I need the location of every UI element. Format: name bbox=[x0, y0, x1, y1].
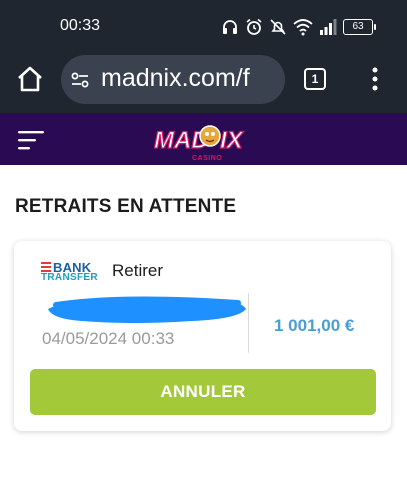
status-icons: 63 bbox=[221, 15, 376, 39]
battery-icon: 63 bbox=[343, 19, 376, 35]
more-menu-icon[interactable] bbox=[369, 67, 381, 91]
headphones-icon bbox=[223, 20, 237, 34]
alarm-icon bbox=[246, 18, 262, 35]
site-settings-icon[interactable] bbox=[71, 71, 89, 89]
madnix-logo[interactable]: MAD IX CASINO bbox=[152, 118, 254, 164]
bank-stripes-icon bbox=[41, 262, 51, 272]
bank-logo-bottom: TRANSFER bbox=[41, 272, 98, 283]
cancel-withdrawal-button[interactable]: ANNULER bbox=[30, 369, 376, 415]
home-icon[interactable] bbox=[16, 65, 44, 93]
withdrawal-type-label: Retirer bbox=[112, 261, 164, 280]
browser-chrome: 00:33 63 madnix.com/f 1 bbox=[0, 0, 407, 113]
redaction-scribble bbox=[48, 296, 246, 323]
pending-withdrawal-card: BANK TRANSFER Retirer 04/05/2024 00:33 1… bbox=[14, 241, 391, 431]
page-title: RETRAITS EN ATTENTE bbox=[15, 196, 237, 217]
url-bar[interactable]: madnix.com/f bbox=[61, 55, 285, 104]
status-time: 00:33 bbox=[60, 17, 101, 34]
svg-text:CASINO: CASINO bbox=[192, 155, 222, 162]
site-header: MAD IX CASINO bbox=[0, 113, 407, 165]
hamburger-menu-icon[interactable] bbox=[18, 130, 44, 150]
withdrawal-datetime: 04/05/2024 00:33 bbox=[42, 329, 175, 348]
tab-switcher-button[interactable]: 1 bbox=[304, 68, 326, 90]
mute-icon bbox=[270, 19, 286, 35]
signal-icon bbox=[320, 19, 337, 35]
wifi-icon bbox=[293, 19, 313, 36]
status-bar: 00:33 63 bbox=[0, 0, 407, 52]
vertical-divider bbox=[248, 293, 249, 353]
url-text[interactable]: madnix.com/f bbox=[101, 64, 250, 93]
withdrawal-amount: 1 001,00 € bbox=[274, 316, 355, 335]
svg-text:IX: IX bbox=[220, 127, 245, 154]
bank-transfer-logo: BANK TRANSFER bbox=[41, 260, 98, 284]
